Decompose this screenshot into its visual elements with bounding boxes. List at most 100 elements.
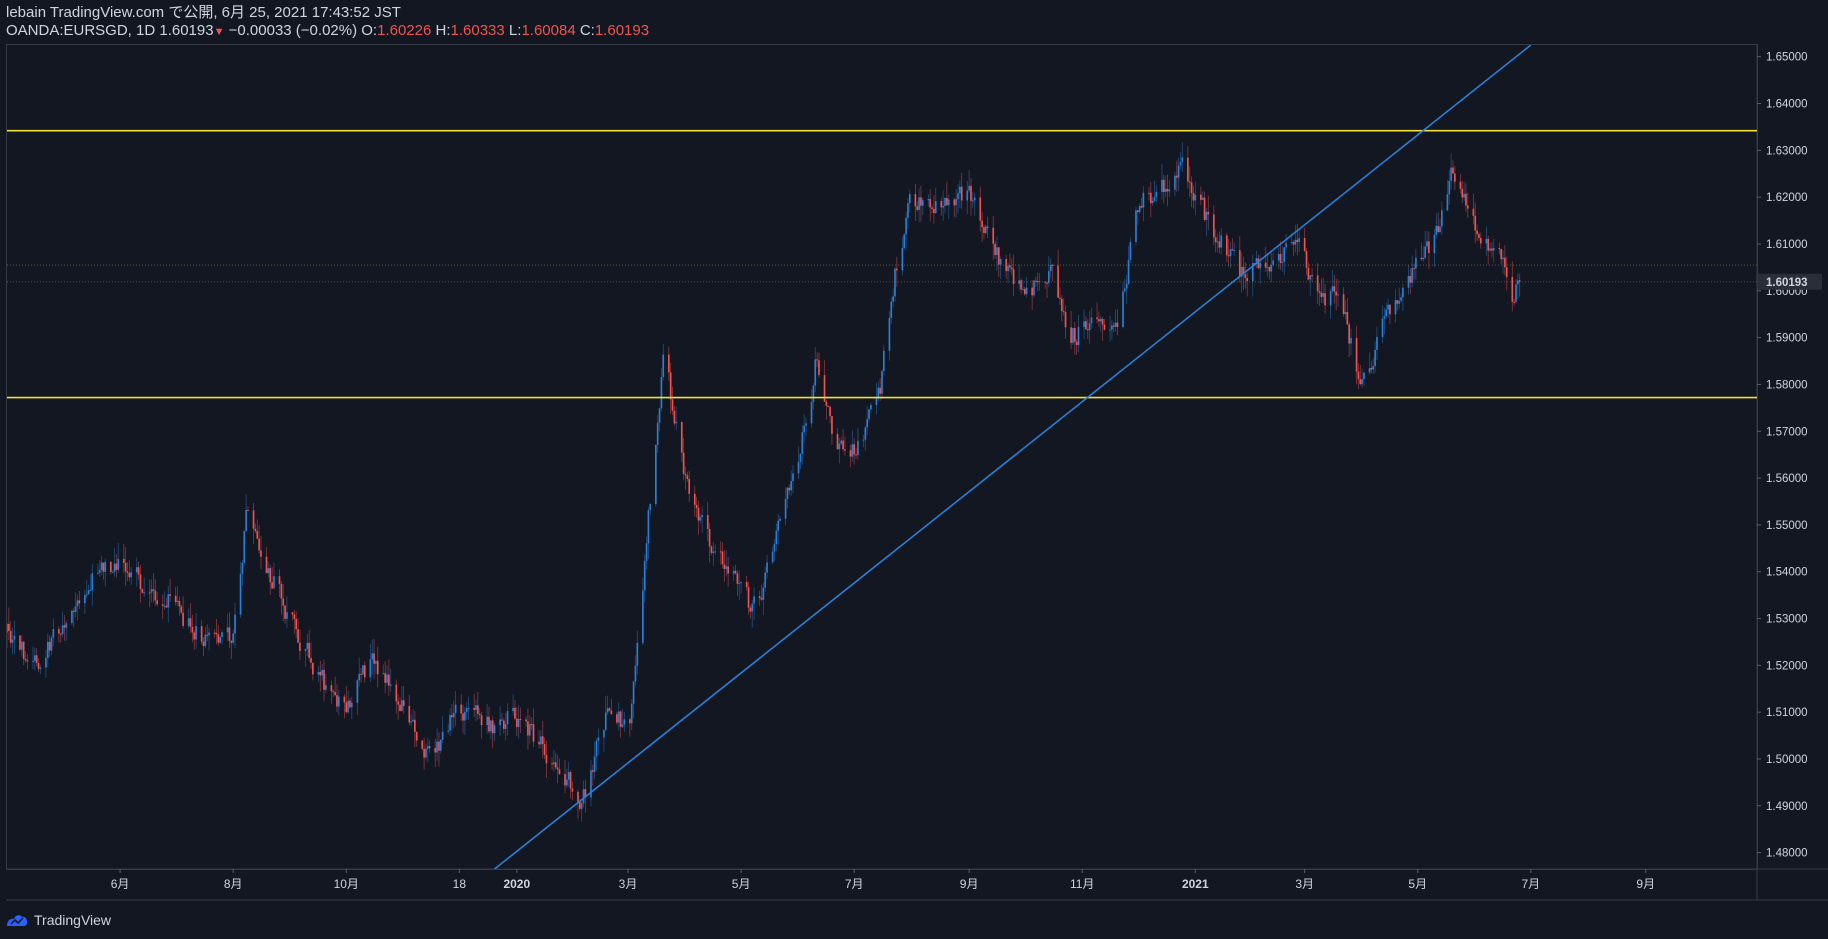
candle-body <box>63 625 66 628</box>
candle-body <box>1376 336 1378 350</box>
price-chart[interactable]: 1.650001.640001.630001.620001.610001.600… <box>0 0 1828 939</box>
candle-body <box>1098 319 1100 322</box>
candle-body <box>122 558 125 563</box>
candle-body <box>312 662 314 675</box>
candle-body <box>1357 371 1360 380</box>
candle-body <box>1090 317 1093 324</box>
candle-body <box>1138 206 1141 213</box>
candle-body <box>986 226 989 228</box>
candle-body <box>135 567 138 573</box>
candle-body <box>658 408 661 423</box>
candle-body <box>1439 226 1441 233</box>
candle-body <box>399 704 401 711</box>
candle-body <box>1272 260 1274 265</box>
candle-body <box>797 462 800 474</box>
candle-body <box>1322 293 1325 297</box>
candle-body <box>504 724 507 729</box>
x-tick-label: 9月 <box>960 877 979 891</box>
candle-body <box>317 671 320 675</box>
candle-body <box>1411 268 1414 283</box>
candle-body <box>1187 157 1189 182</box>
candle-body <box>278 576 281 584</box>
candle-body <box>369 659 372 678</box>
candle-body <box>7 623 8 633</box>
candle-body <box>234 614 236 634</box>
candle-body <box>1140 206 1143 208</box>
candle-body <box>655 444 657 505</box>
candle-body <box>999 258 1002 265</box>
candle-body <box>1344 312 1347 315</box>
candle-body <box>48 641 51 651</box>
candle-body <box>260 550 262 557</box>
candle-body <box>973 197 976 201</box>
candle-body <box>875 398 878 405</box>
candle-body <box>350 702 353 708</box>
candle-body <box>1060 298 1063 312</box>
tradingview-logo-icon <box>7 915 27 926</box>
candle-body <box>701 515 704 518</box>
candle-body <box>1361 379 1363 385</box>
candle-body <box>894 268 896 297</box>
candle-body <box>1296 239 1299 242</box>
footer-brand[interactable]: TradingView <box>34 912 111 928</box>
candle-body <box>1259 262 1262 269</box>
candle-body <box>291 612 294 615</box>
candle-body <box>1370 368 1373 370</box>
candle-body <box>1023 288 1026 295</box>
candle-body <box>280 583 283 599</box>
candle-body <box>994 243 996 255</box>
candle-body <box>1125 283 1128 289</box>
candle-body <box>1435 225 1438 235</box>
candle-body <box>1446 194 1449 211</box>
candle-body <box>1517 280 1519 285</box>
candle-body <box>714 551 716 553</box>
candle-body <box>519 718 522 720</box>
x-tick-label: 10月 <box>334 877 359 891</box>
candle-body <box>189 618 192 627</box>
candle-body <box>478 713 481 716</box>
candle-body <box>1428 241 1430 254</box>
candle-body <box>849 450 852 457</box>
candle-body <box>1479 237 1482 244</box>
candle-body <box>721 551 724 565</box>
candle-body <box>1062 311 1065 313</box>
candle-body <box>1212 214 1215 238</box>
candle-body <box>947 199 950 206</box>
candle-body <box>1452 167 1454 174</box>
candle-body <box>1311 275 1313 277</box>
candle-body <box>1207 211 1210 215</box>
candle-body <box>675 421 678 424</box>
candle-body <box>1203 197 1206 220</box>
candle-body <box>881 370 883 394</box>
trend-line <box>494 45 1532 869</box>
candle-body <box>1205 211 1208 220</box>
candle-body <box>901 247 904 271</box>
y-tick-label: 1.56000 <box>1766 473 1808 485</box>
candle-body <box>582 789 585 804</box>
candle-body <box>1309 275 1312 280</box>
candle-body <box>762 587 765 600</box>
candle-body <box>751 603 754 612</box>
candle-body <box>870 404 872 410</box>
y-tick-label: 1.62000 <box>1766 192 1808 204</box>
candle-body <box>215 632 218 635</box>
candle-body <box>1009 265 1011 268</box>
candle-body <box>784 498 787 519</box>
candle-body <box>109 561 112 572</box>
candle-body <box>401 700 403 711</box>
candle-body <box>52 629 55 638</box>
candle-body <box>629 719 631 724</box>
candle-body <box>918 197 920 210</box>
candle-body <box>1465 193 1467 206</box>
candle-body <box>1333 286 1336 292</box>
candle-body <box>825 401 828 406</box>
candle-body <box>682 452 685 474</box>
candle-body <box>1466 205 1469 209</box>
candle-body <box>814 359 817 386</box>
candle-body <box>395 684 398 702</box>
x-tick-label: 2021 <box>1182 877 1209 891</box>
candle-body <box>1307 267 1310 280</box>
candle-body <box>349 700 351 708</box>
candle-body <box>1402 287 1404 298</box>
candle-body <box>319 671 322 676</box>
